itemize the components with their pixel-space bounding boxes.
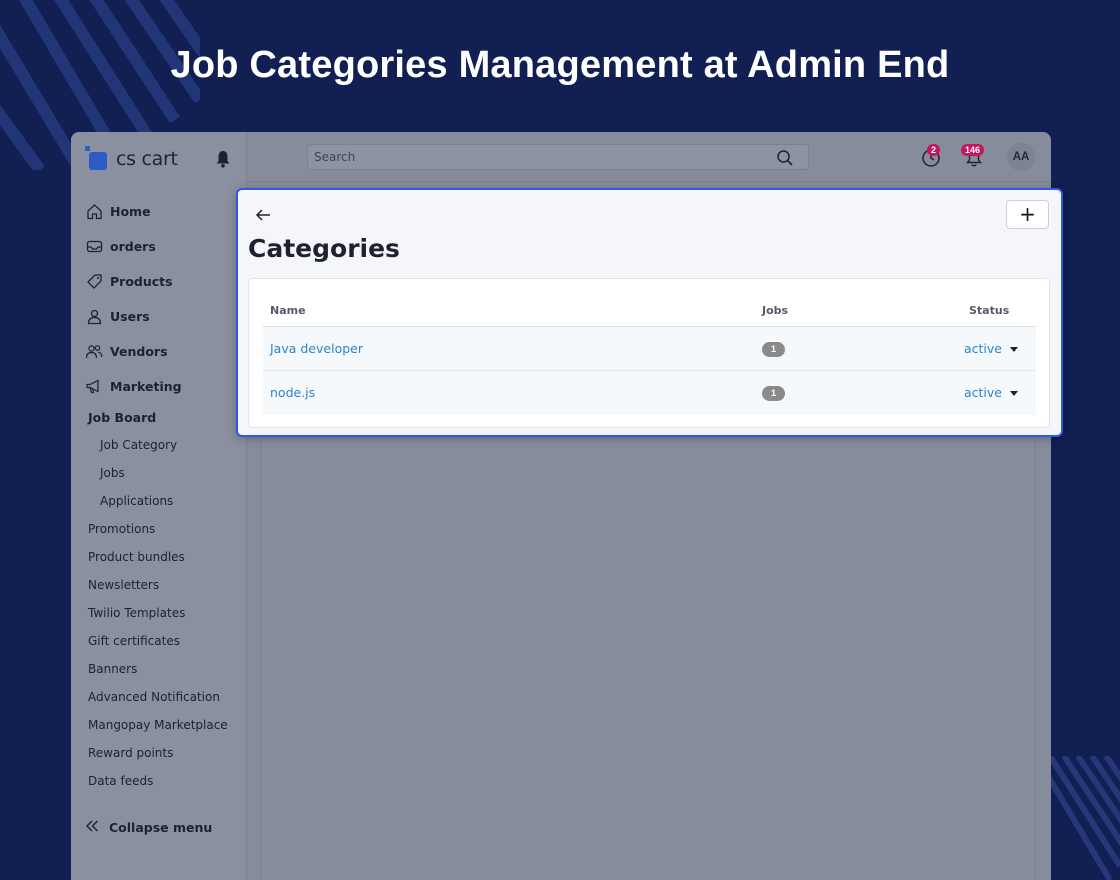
- sidebar-item-newsletters[interactable]: Newsletters: [71, 571, 247, 599]
- sidebar-item-twilio-templates[interactable]: Twilio Templates: [71, 599, 247, 627]
- sidebar-item-gift-certificates[interactable]: Gift certificates: [71, 627, 247, 655]
- table-header: Name Jobs Status: [263, 293, 1036, 327]
- categories-table-card: Name Jobs Status Java developer 1 active…: [248, 278, 1050, 428]
- sidebar-item-products[interactable]: Products: [71, 264, 247, 299]
- sidebar-item-data-feeds[interactable]: Data feeds: [71, 767, 247, 795]
- notifications-badge: 146: [961, 144, 985, 156]
- sidebar-item-job-category[interactable]: Job Category: [71, 431, 247, 459]
- sidebar-item-promotions[interactable]: Promotions: [71, 515, 247, 543]
- megaphone-icon: [85, 378, 103, 396]
- add-category-button[interactable]: +: [1006, 200, 1049, 229]
- caret-down-icon: [1010, 391, 1018, 396]
- jobs-count-badge: 1: [762, 386, 785, 401]
- category-name-link[interactable]: Java developer: [270, 341, 363, 356]
- sidebar: cs cart Home orders Products Users Vendo…: [71, 132, 247, 880]
- inbox-icon: [85, 238, 103, 256]
- arrow-left-icon: [255, 209, 270, 221]
- timer-badge: 2: [927, 144, 941, 156]
- logo[interactable]: cs cart: [85, 142, 178, 170]
- status-label: active: [964, 341, 1002, 356]
- sidebar-item-jobs[interactable]: Jobs: [71, 459, 247, 487]
- users-icon: [85, 343, 103, 361]
- sidebar-nav: Home orders Products Users Vendors Marke…: [71, 194, 247, 795]
- sidebar-item-label: Vendors: [110, 344, 168, 359]
- avatar[interactable]: AA: [1007, 143, 1035, 171]
- sidebar-item-reward-points[interactable]: Reward points: [71, 739, 247, 767]
- sidebar-item-label: Marketing: [110, 379, 182, 394]
- search-input[interactable]: [314, 149, 754, 165]
- column-header-jobs[interactable]: Jobs: [762, 304, 788, 317]
- banner-title: Job Categories Management at Admin End: [170, 44, 950, 86]
- category-name-link[interactable]: node.js: [270, 385, 315, 400]
- page-title: Categories: [248, 234, 400, 263]
- timer-button[interactable]: 2: [919, 144, 945, 170]
- categories-table: Name Jobs Status Java developer 1 active…: [263, 293, 1036, 415]
- column-header-status[interactable]: Status: [969, 304, 1009, 317]
- sidebar-item-label: Home: [110, 204, 151, 219]
- categories-panel: + Categories Name Jobs Status Java devel…: [236, 188, 1063, 437]
- sidebar-item-advanced-notification[interactable]: Advanced Notification: [71, 683, 247, 711]
- decorative-stripes-bottom-right: [1050, 756, 1120, 880]
- column-header-name[interactable]: Name: [270, 304, 306, 317]
- table-row: Java developer 1 active: [263, 327, 1036, 371]
- search-box: [307, 144, 809, 170]
- content-area: [260, 432, 1036, 880]
- logo-text: cs cart: [116, 148, 178, 170]
- sidebar-item-label: Users: [110, 309, 150, 324]
- notifications-button[interactable]: 146: [961, 144, 987, 170]
- user-icon: [85, 308, 103, 326]
- search-icon[interactable]: [776, 149, 794, 167]
- back-button[interactable]: [252, 204, 274, 226]
- sidebar-item-product-bundles[interactable]: Product bundles: [71, 543, 247, 571]
- table-row: node.js 1 active: [263, 371, 1036, 415]
- sidebar-item-applications[interactable]: Applications: [71, 487, 247, 515]
- collapse-menu-label: Collapse menu: [109, 820, 213, 835]
- double-chevron-left-icon: [85, 820, 101, 835]
- sidebar-item-label: Products: [110, 274, 173, 289]
- status-label: active: [964, 385, 1002, 400]
- home-icon: [85, 203, 103, 221]
- status-dropdown[interactable]: active: [964, 385, 1018, 400]
- sidebar-item-vendors[interactable]: Vendors: [71, 334, 247, 369]
- sidebar-item-mangopay-marketplace[interactable]: Mangopay Marketplace: [71, 711, 247, 739]
- sidebar-item-marketing[interactable]: Marketing: [71, 369, 247, 404]
- tag-icon: [85, 273, 103, 291]
- sidebar-item-users[interactable]: Users: [71, 299, 247, 334]
- cs-cart-logo-icon: [85, 146, 107, 170]
- sidebar-item-label: orders: [110, 239, 156, 254]
- jobs-count-badge: 1: [762, 342, 785, 357]
- bell-icon[interactable]: [215, 150, 231, 168]
- caret-down-icon: [1010, 347, 1018, 352]
- sidebar-item-orders[interactable]: orders: [71, 229, 247, 264]
- sidebar-item-banners[interactable]: Banners: [71, 655, 247, 683]
- sidebar-item-job-board[interactable]: Job Board: [71, 404, 247, 431]
- status-dropdown[interactable]: active: [964, 341, 1018, 356]
- sidebar-item-home[interactable]: Home: [71, 194, 247, 229]
- collapse-menu-button[interactable]: Collapse menu: [85, 820, 212, 835]
- topbar: 2 146 AA: [247, 132, 1051, 182]
